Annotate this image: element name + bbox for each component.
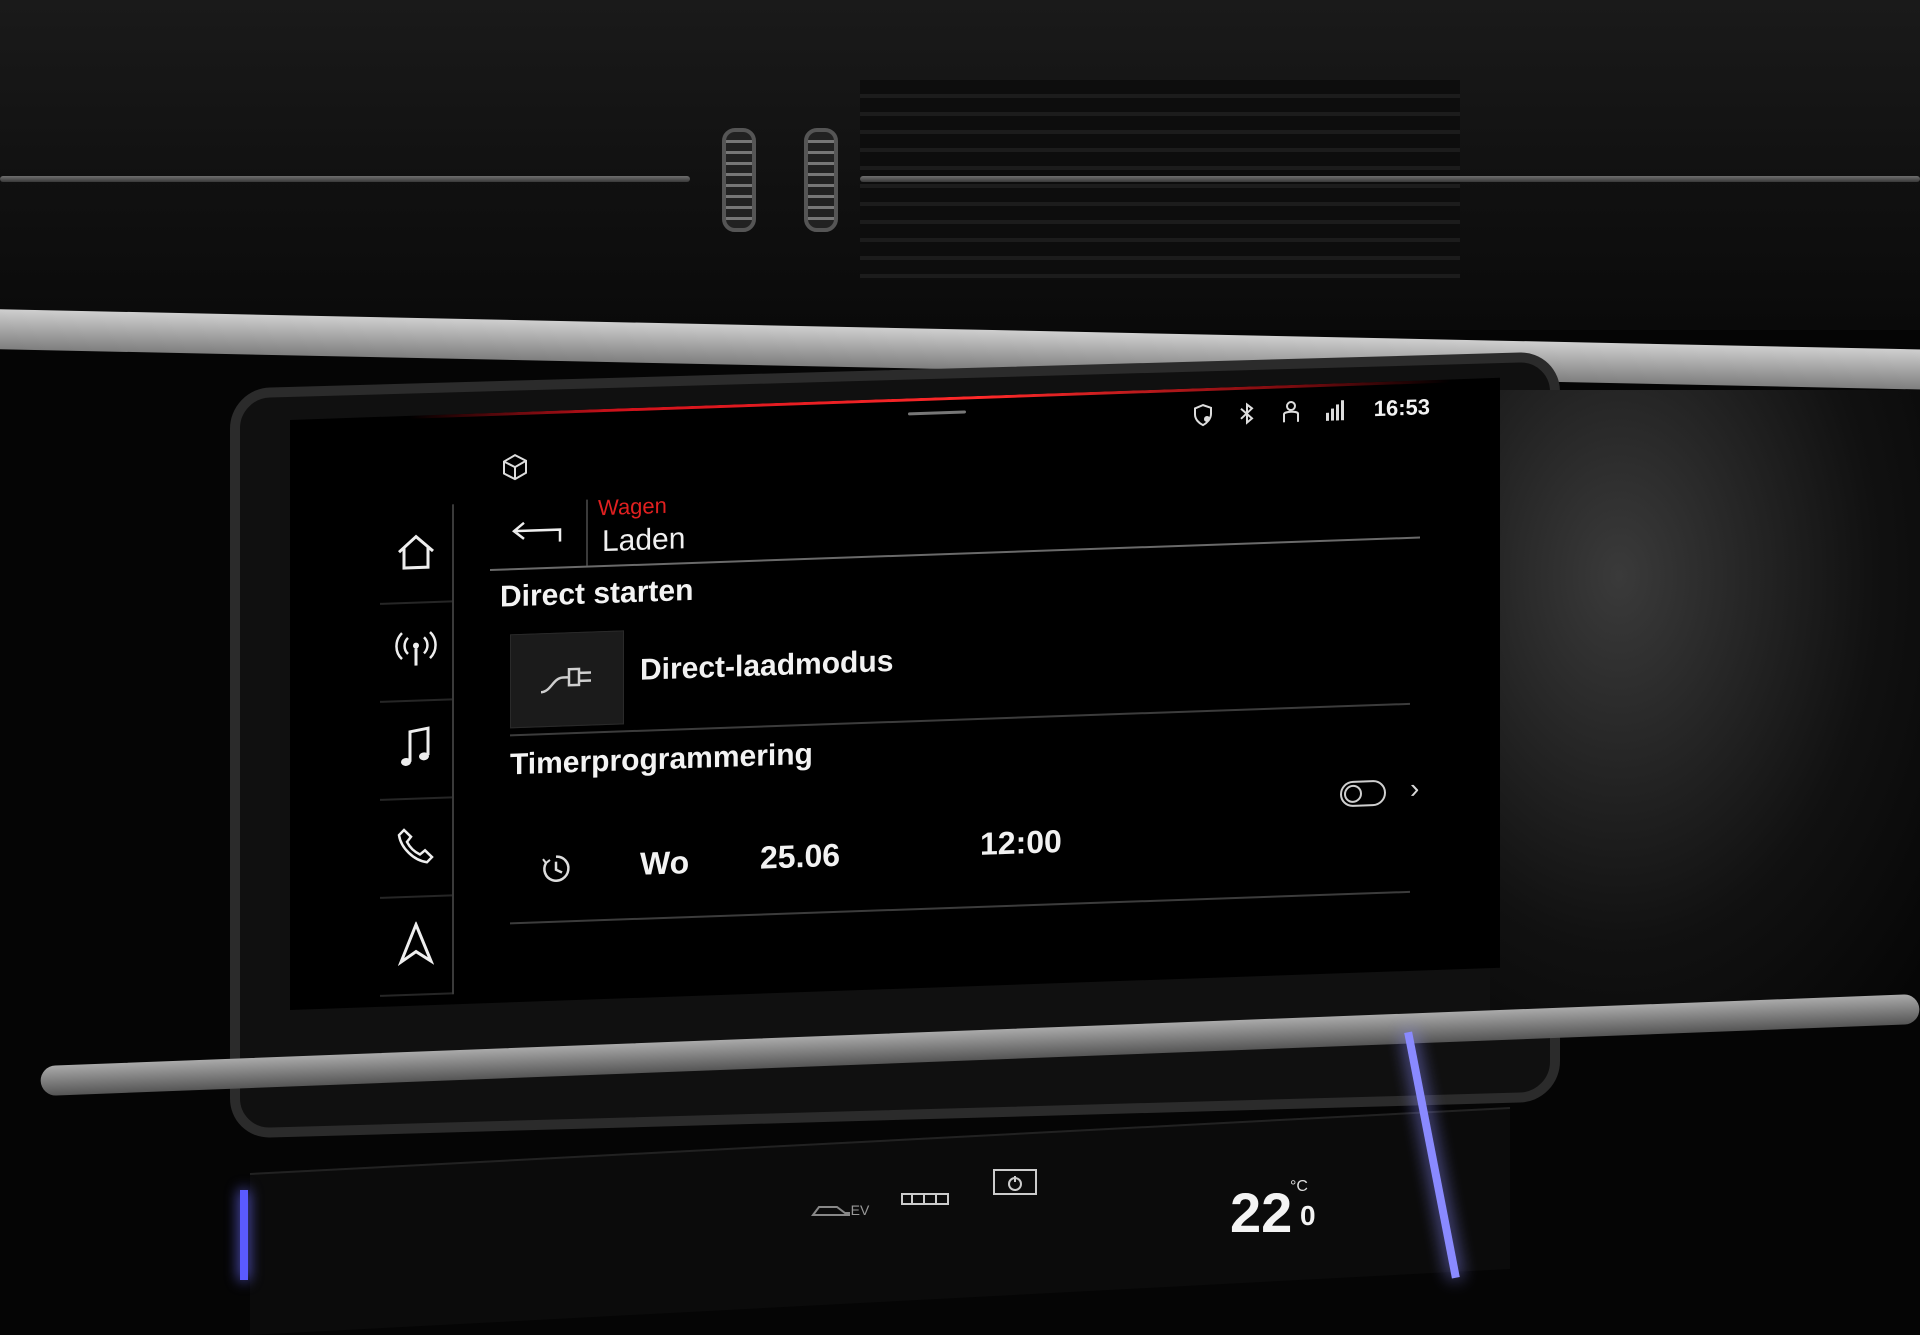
bluetooth-icon (1234, 400, 1260, 427)
sidebar-item-home[interactable] (380, 504, 452, 605)
timer-day: Wo (640, 844, 690, 882)
sidebar-item-radio[interactable] (380, 602, 452, 703)
power-icon (992, 1168, 1038, 1203)
main-menu-sidebar (380, 504, 454, 997)
vent-slat (860, 176, 1920, 182)
vent-slat (0, 176, 690, 182)
status-bar: 16:53 (1190, 394, 1430, 428)
air-vent-panel (0, 0, 1920, 330)
seat-heat-icon (900, 1191, 950, 1210)
page-title: Laden (602, 522, 686, 559)
vent-knob[interactable] (722, 128, 756, 232)
section-title-timer: Timerprogrammering (510, 737, 813, 782)
back-button[interactable] (490, 499, 588, 570)
navigation-arrow-icon (397, 920, 435, 970)
charging-plug-icon (537, 656, 597, 703)
timer-clock-icon (540, 852, 572, 890)
temperature-value[interactable]: 22 (1230, 1180, 1292, 1245)
breadcrumb-parent[interactable]: Wagen (598, 493, 667, 521)
status-clock: 16:53 (1373, 394, 1430, 422)
sidebar-item-navigation[interactable] (380, 896, 452, 997)
plug-tile (510, 630, 624, 729)
phone-icon (396, 824, 436, 870)
climate-power-button[interactable] (980, 1165, 1050, 1205)
signal-building-icon (1322, 397, 1348, 424)
location-shield-icon (1190, 402, 1216, 429)
timer-date: 25.06 (760, 836, 841, 876)
sidebar-item-media[interactable] (380, 700, 452, 801)
temperature-decimal: 0 (1300, 1200, 1316, 1231)
home-icon (395, 530, 437, 576)
radio-antenna-icon (394, 628, 438, 675)
app-cube-icon[interactable] (500, 452, 530, 483)
gloss-panel (1490, 390, 1920, 1010)
passenger-icon (1278, 399, 1304, 426)
ambient-light-left (240, 1190, 248, 1280)
sidebar-item-phone[interactable] (380, 798, 452, 899)
top-navigation: Wagen Laden (490, 461, 1420, 572)
timer-row[interactable]: Wo 25.06 12:00 › (510, 773, 1419, 912)
car-icon (810, 1199, 851, 1222)
section-title-direct: Direct starten (500, 573, 694, 614)
vent-knob[interactable] (804, 128, 838, 232)
back-arrow-icon (510, 517, 566, 552)
infotainment-screen: 16:53 Wagen Laden Direct starten Direct-… (290, 377, 1500, 1011)
timer-toggle[interactable] (1340, 779, 1386, 808)
timer-time: 12:00 (980, 823, 1062, 862)
ev-label: EV (850, 1202, 870, 1218)
ev-mode-button[interactable]: EV (800, 1190, 880, 1230)
music-note-icon (398, 724, 434, 774)
climate-panel (250, 1106, 1510, 1335)
temperature-unit: °C (1290, 1178, 1308, 1195)
toggle-knob (1344, 784, 1362, 804)
chevron-right-icon[interactable]: › (1410, 773, 1419, 805)
seat-heat-button[interactable] (890, 1180, 960, 1220)
direct-charge-label: Direct-laadmodus (640, 644, 894, 687)
pull-down-handle[interactable] (908, 410, 966, 416)
